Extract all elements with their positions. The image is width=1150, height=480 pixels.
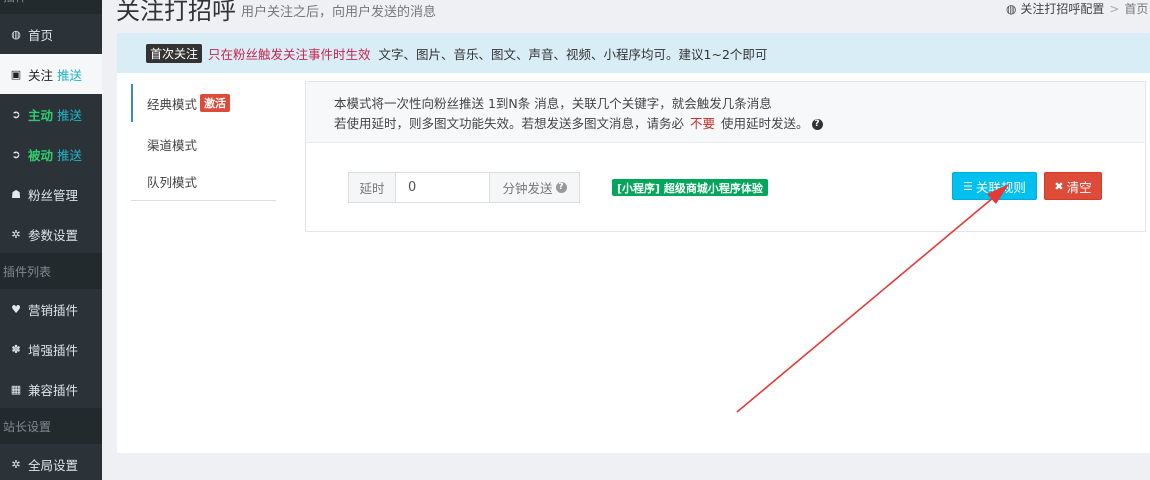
section-label: 站长设置 [3,419,52,434]
dashboard-icon: ◍ [1006,2,1017,16]
breadcrumb-item[interactable]: 关注打招呼配置 [1020,2,1104,16]
sidebar-item-params[interactable]: ✲ 参数设置 [0,214,102,254]
breadcrumb-item[interactable]: 首页 [1124,2,1148,16]
breadcrumb: ◍ 关注打招呼配置 > 首页 [1006,0,1148,17]
sidebar-item-label: 粉丝管理 [28,187,79,203]
grid-icon: ▦ [10,382,22,396]
info-text: 文字、图片、音乐、图文、声音、视频、小程序均可。建议1~2个即可 [378,46,768,62]
delay-label: 延时 [349,173,396,202]
sidebar-item-label: 全局设置 [28,457,79,473]
tab-label: 渠道模式 [147,137,198,153]
sidebar: 插件 ◍ 首页 ▣ 关注 推送 ➲ 主动 推送 ➲ 被动 推送 ☗ 粉丝管理 ✲… [0,0,102,480]
sidebar-item-label: 参数设置 [28,227,79,243]
breadcrumb-separator: > [1109,2,1120,16]
sidebar-item-label: 首页 [28,27,54,43]
sidebar-item-label: 兼容插件 [28,382,79,398]
circle-arrow-icon: ➲ [11,147,21,161]
sidebar-item-label-suffix: 推送 [57,107,83,123]
first-follow-badge: 首次关注 [146,43,203,63]
sidebar-item-compat[interactable]: ▦ 兼容插件 [0,369,102,409]
close-icon: ✖ [1054,179,1064,193]
sidebar-item-active-push[interactable]: ➲ 主动 推送 [0,94,102,134]
heart-icon: ♥ [11,302,21,316]
info-warning: 只在粉丝触发关注事件时生效 [208,46,371,62]
gear-icon: ✲ [11,227,21,241]
circle-arrow-icon: ➲ [11,107,21,121]
clear-button[interactable]: ✖ 清空 [1044,172,1102,200]
question-icon[interactable]: ? [555,182,567,193]
notice-emphasis: 不要 [690,116,716,131]
gear-icon: ✲ [11,457,21,471]
notice-text: 若使用延时，则多图文功能失效。若想发送多图文消息，请务必 [334,116,685,131]
sidebar-section-admin: 站长设置 [0,408,102,444]
sidebar-item-label: 营销插件 [28,302,79,318]
tab-queue-mode[interactable]: 队列模式 [131,162,276,200]
button-label: 清空 [1066,179,1092,195]
link-rules-button[interactable]: ☰ 关联规则 [952,172,1037,200]
sidebar-section-plugins: 插件列表 [0,253,102,289]
classic-mode-content: 本模式将一次性向粉丝推送 1到N条 消息，关联几个关键字，就会触发几条消息 若使… [305,81,1146,232]
sidebar-item-label-suffix: 推送 [57,67,83,83]
section-label: 插件列表 [3,264,52,279]
sidebar-item-label: 增强插件 [28,342,79,358]
notice-line: 本模式将一次性向粉丝推送 1到N条 消息，关联几个关键字，就会触发几条消息 [334,96,772,111]
sidebar-item-marketing[interactable]: ♥ 营销插件 [0,289,102,329]
notice-text: 使用延时发送。 [721,116,809,131]
info-callout: 首次关注 只在粉丝触发关注事件时生效 文字、图片、音乐、图文、声音、视频、小程序… [117,33,1150,73]
sidebar-item-follow-push[interactable]: ▣ 关注 推送 [0,54,102,94]
question-icon[interactable]: ? [811,119,823,130]
sidebar-item-label: 被动 [28,147,54,163]
tab-divider [131,200,276,201]
delay-input-group: 延时 分钟发送? [348,172,580,203]
paw-icon: ✽ [11,342,21,356]
users-icon: ☗ [11,187,21,201]
tab-channel-mode[interactable]: 渠道模式 [131,125,276,163]
sidebar-item-fans[interactable]: ☗ 粉丝管理 [0,174,102,214]
delay-input[interactable] [396,173,489,202]
sidebar-section-plugins-top: 插件 [0,0,102,14]
button-label: 关联规则 [975,179,1026,195]
rss-icon: ▣ [10,67,22,81]
sidebar-item-label-suffix: 推送 [57,147,83,163]
tab-classic-mode[interactable]: 经典模式 激活 [131,84,276,122]
sidebar-item-passive-push[interactable]: ➲ 被动 推送 [0,134,102,174]
sidebar-item-global[interactable]: ✲ 全局设置 [0,444,102,480]
active-badge: 激活 [200,94,231,112]
mode-notice: 本模式将一次性向粉丝推送 1到N条 消息，关联几个关键字，就会触发几条消息 若使… [306,82,1145,143]
page-title: 关注打招呼 [116,0,236,25]
tab-label: 队列模式 [147,174,198,190]
dashboard-icon: ◍ [11,27,21,41]
sidebar-item-home[interactable]: ◍ 首页 [0,14,102,54]
delay-unit-label: 分钟发送 [502,181,553,196]
notice-line: 若使用延时，则多图文功能失效。若想发送多图文消息，请务必 不要 使用延时发送。? [334,114,1145,134]
delay-unit: 分钟发送? [489,173,579,202]
mini-program-badge[interactable]: [小程序] 超级商城小程序体验 [612,179,768,196]
list-icon: ☰ [963,179,973,193]
sidebar-item-label: 主动 [28,107,54,123]
tab-label: 经典模式 [147,96,198,112]
sidebar-item-enhance[interactable]: ✽ 增强插件 [0,329,102,369]
page-subtitle: 用户关注之后，向用户发送的消息 [241,5,437,20]
sidebar-item-label: 关注 [28,67,54,83]
section-label: 插件 [3,0,27,5]
